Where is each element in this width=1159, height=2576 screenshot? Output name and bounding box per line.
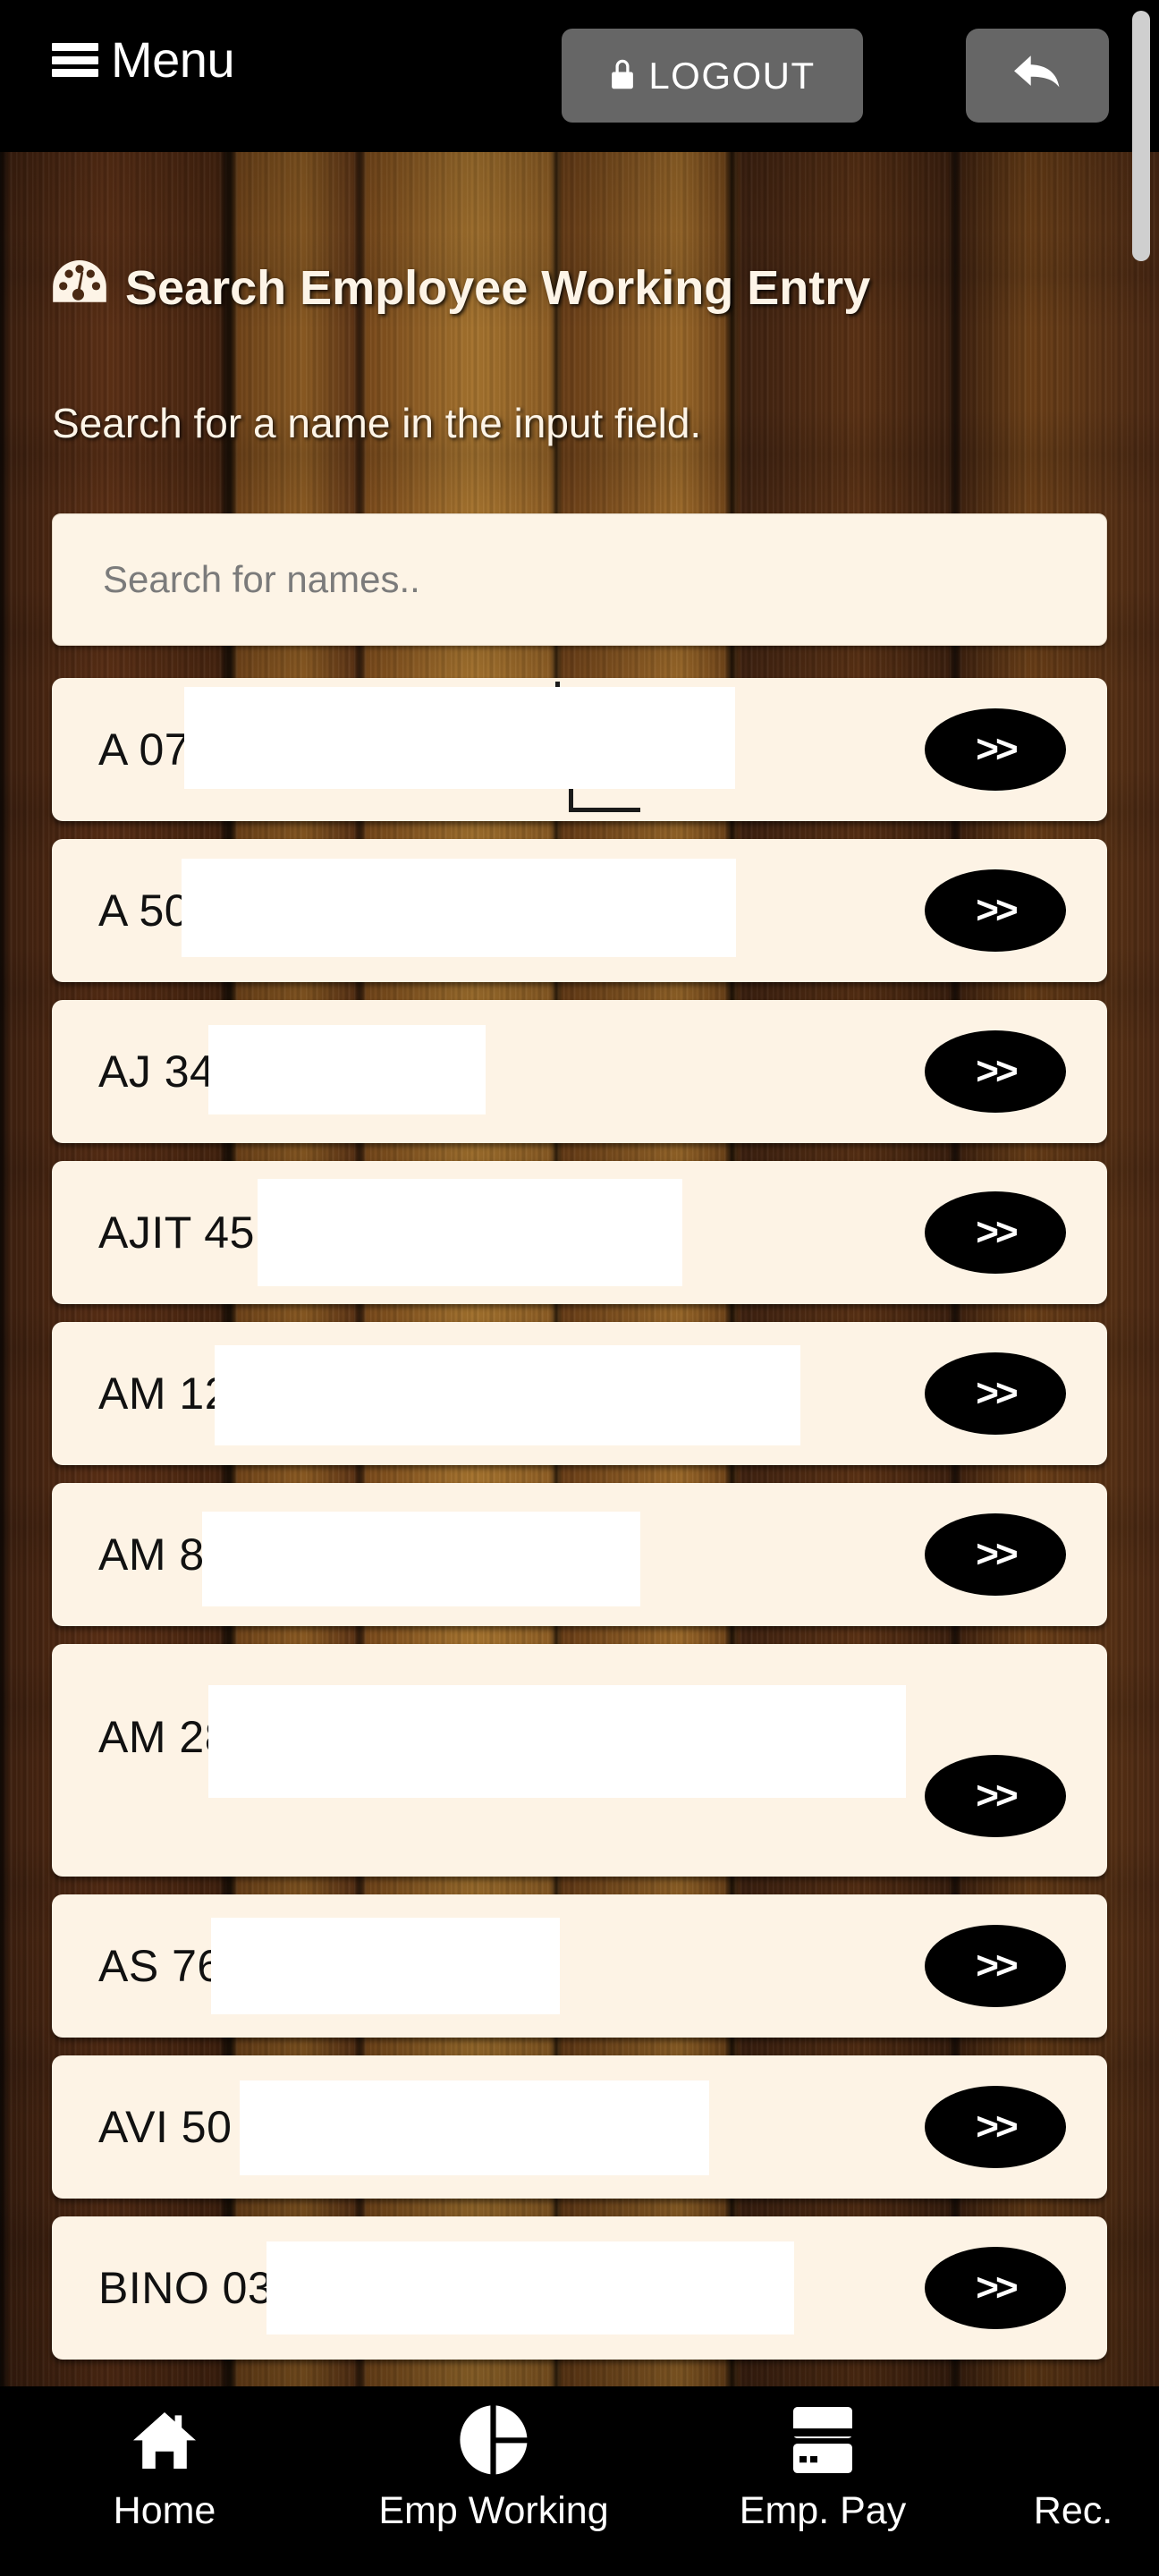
table-row[interactable]: AS 76 >> (52, 1894, 1107, 2038)
app-header: Menu LOGOUT (0, 0, 1159, 152)
credit-card-icon (791, 2402, 854, 2478)
table-row[interactable]: AM 284 >> (52, 1644, 1107, 1877)
redaction-block (240, 2080, 709, 2175)
nav-label: Home (113, 2489, 216, 2532)
redaction-block (202, 1512, 640, 1606)
row-open-button[interactable]: >> (925, 1191, 1066, 1274)
row-open-button[interactable]: >> (925, 708, 1066, 791)
menu-button-label: Menu (111, 31, 235, 88)
redaction-block (184, 687, 735, 789)
bottom-navigation: Home Emp Working Emp. Pay Rec. (0, 2386, 1159, 2576)
row-text: AVI 50 (98, 2102, 233, 2152)
row-open-button[interactable]: >> (925, 1755, 1066, 1837)
table-row[interactable]: AM 899 >> (52, 1483, 1107, 1626)
redaction-block (182, 859, 736, 957)
redaction-block (208, 1685, 906, 1798)
logout-button-label: LOGOUT (648, 54, 816, 97)
nav-label: Emp Working (378, 2489, 609, 2532)
redaction-block (208, 1025, 486, 1114)
lock-icon (609, 57, 636, 94)
redaction-block (215, 1345, 800, 1445)
menu-button[interactable]: Menu (52, 31, 235, 88)
table-row[interactable]: AVI 50 >> (52, 2055, 1107, 2199)
row-open-button[interactable]: >> (925, 1925, 1066, 2007)
row-text: AS 76 (98, 1941, 223, 1991)
row-open-button[interactable]: >> (925, 2086, 1066, 2168)
home-icon (131, 2402, 199, 2478)
nav-label: Rec. (1033, 2489, 1113, 2532)
page-title-text: Search Employee Working Entry (125, 260, 871, 315)
stray-mark (569, 808, 640, 812)
row-open-button[interactable]: >> (925, 1352, 1066, 1435)
row-open-button[interactable]: >> (925, 1030, 1066, 1113)
search-results-list: A 075 >> A 50086 (52, 678, 1107, 2377)
hamburger-icon (52, 40, 98, 80)
table-row[interactable]: A 50086 >> (52, 839, 1107, 982)
table-row[interactable]: AJ 3401 >> (52, 1000, 1107, 1143)
app-root: Menu LOGOUT Search Employee Working Entr… (0, 0, 1159, 2576)
table-row[interactable]: AJIT 4513 >> (52, 1161, 1107, 1304)
nav-item-emp-pay[interactable]: Emp. Pay (658, 2386, 987, 2531)
nav-item-rec[interactable]: Rec. (987, 2386, 1159, 2531)
row-open-button[interactable]: >> (925, 2247, 1066, 2329)
nav-item-home[interactable]: Home (0, 2386, 329, 2531)
search-input[interactable] (52, 513, 1107, 646)
scrollbar-thumb[interactable] (1132, 11, 1150, 261)
table-row[interactable]: A 075 >> (52, 678, 1107, 821)
redaction-block (211, 1918, 560, 2014)
row-open-button[interactable]: >> (925, 1513, 1066, 1596)
table-row[interactable]: BINO 034 >> (52, 2216, 1107, 2360)
pie-chart-icon (458, 2402, 529, 2478)
row-open-button[interactable]: >> (925, 869, 1066, 952)
table-row[interactable]: AM 128 >> (52, 1322, 1107, 1465)
logout-button[interactable]: LOGOUT (562, 29, 863, 123)
redaction-block (258, 1179, 682, 1286)
page-title: Search Employee Working Entry (52, 259, 870, 316)
page-subtitle: Search for a name in the input field. (52, 400, 702, 446)
redaction-block (266, 2241, 794, 2334)
nav-item-emp-working[interactable]: Emp Working (329, 2386, 658, 2531)
nav-label: Emp. Pay (739, 2489, 907, 2532)
reply-arrow-icon (1011, 52, 1063, 99)
page-content: Search Employee Working Entry Search for… (0, 150, 1159, 2386)
tachometer-icon (52, 259, 107, 316)
back-button[interactable] (966, 29, 1109, 123)
stray-mark (569, 785, 573, 810)
